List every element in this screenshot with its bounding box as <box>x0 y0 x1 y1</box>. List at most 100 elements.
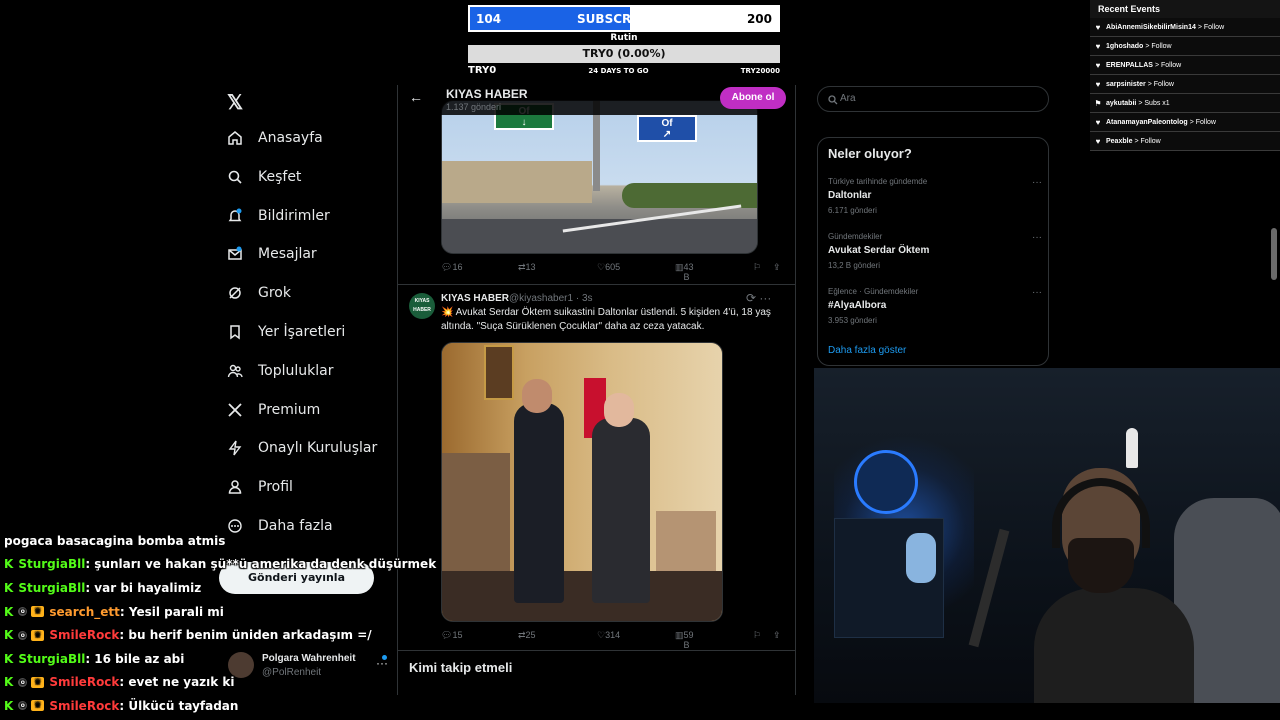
donation-target: TRY20000 <box>740 66 780 75</box>
bookmark-icon[interactable]: ⚐ <box>753 262 761 273</box>
nav-item-label: Profil <box>258 479 293 496</box>
trend-item[interactable]: Eğlence · Gündemdekiler #AlyaAlbora 3.953 … <box>828 287 1042 325</box>
chat-text: : var bi hayalimiz <box>85 580 202 595</box>
subscribe-button[interactable]: Abone ol <box>720 87 786 109</box>
event-user: Peaxble <box>1106 137 1133 145</box>
nav-item-topluluklar[interactable]: Topluluklar <box>222 357 333 385</box>
heart-icon: ♥ <box>1095 136 1101 146</box>
kick-badge-icon: K <box>4 651 14 666</box>
tweet-author-name[interactable]: KIYAS HABER <box>441 293 509 304</box>
nav-item-profil[interactable]: Profil <box>222 473 293 501</box>
show-more-link[interactable]: Daha fazla göster <box>828 345 906 356</box>
nav-item-grok[interactable]: Grok <box>222 279 291 307</box>
x-logo-icon[interactable]: 𝕏 <box>227 90 243 115</box>
chat-text: : 16 bile az abi <box>85 651 185 666</box>
nav-item-anasayfa[interactable]: Anasayfa <box>222 124 323 152</box>
trend-item[interactable]: Gündemdekiler Avukat Serdar Öktem 13,2 B g… <box>828 232 1042 270</box>
kick-badge-icon: K <box>4 698 14 713</box>
event-user: sarpsinister <box>1106 80 1146 88</box>
chat-message: K SturgiaBll: şunları ve hakan şü**ü amer… <box>4 553 436 577</box>
like-action[interactable]: ♡ 314 <box>597 630 620 641</box>
divider <box>398 650 795 651</box>
repost-action[interactable]: ⇄ 25 <box>518 630 536 641</box>
floor <box>442 571 722 621</box>
event-action: > Subs x1 <box>1138 99 1170 107</box>
share-icon[interactable]: ⇪ <box>773 262 781 273</box>
nav-item-keşfet[interactable]: Keşfet <box>222 163 301 191</box>
nav-item-label: Onaylı Kuruluşlar <box>258 440 378 457</box>
views-action[interactable]: ▥ 43 B <box>675 262 694 282</box>
subscriber-label: SUBSCRIBERS <box>577 12 671 26</box>
office-shelf <box>442 453 510 583</box>
page-scrollbar[interactable] <box>1271 228 1277 280</box>
gift-icon: ⚑ <box>1094 98 1102 108</box>
heart-icon: ♥ <box>1095 41 1101 51</box>
subscriber-badge-icon: ♛ <box>31 700 45 712</box>
chat-username[interactable]: SturgiaBll <box>18 557 85 571</box>
profile-name: KIYAS HABER <box>446 87 528 101</box>
trend-item[interactable]: Türkiye tarihinde gündemde Daltonlar 6.171… <box>828 177 1042 215</box>
trend-count: 3.953 gönderi <box>828 316 877 325</box>
trend-context: Gündemdekiler <box>828 232 883 241</box>
more-icon[interactable]: ··· <box>1032 232 1042 243</box>
reply-action[interactable]: 💬︎ 15 <box>441 630 462 641</box>
chat-username[interactable]: SturgiaBll <box>18 652 85 666</box>
hill-shape <box>442 161 592 203</box>
chat-username[interactable]: SmileRock <box>49 628 119 642</box>
heart-icon: ♥ <box>1095 79 1101 89</box>
subscriber-progress-bar: 104 SUBSCRIBERS 200 <box>468 5 780 32</box>
chat-username[interactable]: search_ett <box>49 605 120 619</box>
trend-name: #AlyaAlbora <box>828 300 887 311</box>
chat-username[interactable]: SturgiaBll <box>18 581 85 595</box>
donation-footer: TRY0 24 DAYS TO GO TRY20000 <box>468 65 780 76</box>
nav-item-mesajlar[interactable]: Mesajlar <box>222 240 317 268</box>
nav-item-premium[interactable]: Premium <box>222 396 320 424</box>
bell-icon <box>222 208 248 224</box>
recent-event-item: ⚑ aykutabii > Subs x1 <box>1090 94 1280 113</box>
avatar[interactable]: KIYAS HABER <box>409 293 435 319</box>
bookmark-icon <box>222 324 248 340</box>
heart-icon: ♥ <box>1095 60 1101 70</box>
share-icon[interactable]: ⇪ <box>773 630 781 641</box>
tweet-text: 💥 Avukat Serdar Öktem suikastini Daltonl… <box>441 307 771 332</box>
nav-item-label: Yer İşaretleri <box>258 324 346 340</box>
profile-timeline[interactable]: ← KIYAS HABER 1.137 gönderi Abone ol Of↓… <box>397 85 796 695</box>
nav-item-label: Mesajlar <box>258 246 317 263</box>
more-icon[interactable]: ⟳ ··· <box>746 291 771 305</box>
stream-screen: 104 SUBSCRIBERS 200 Rutin TRY0 (0.00%) T… <box>0 0 1280 720</box>
bookmark-icon[interactable]: ⚐ <box>753 630 761 641</box>
nav-item-label: Anasayfa <box>258 130 323 146</box>
profile-post-count: 1.137 gönderi <box>446 102 502 112</box>
trends-panel: Neler oluyor? Türkiye tarihinde gündemde… <box>817 137 1049 366</box>
tweet-image-road[interactable]: Of↓ Of↗ <box>441 100 758 254</box>
nav-item-bildirimler[interactable]: Bildirimler <box>222 202 330 230</box>
chat-username[interactable]: SmileRock <box>49 675 119 689</box>
back-arrow-icon[interactable]: ← <box>409 89 423 105</box>
nav-item-onaylı-kuruluşlar[interactable]: Onaylı Kuruluşlar <box>222 434 377 462</box>
recent-events-list: ♥ AbiAnnemiSikebilirMisin14 > Follow ♥ 1ghos… <box>1090 18 1280 151</box>
donation-progress-bar: TRY0 (0.00%) <box>468 45 780 63</box>
subscriber-goal-widget: 104 SUBSCRIBERS 200 Rutin TRY0 (0.00%) T… <box>468 5 780 76</box>
event-action: > Follow <box>1145 42 1172 50</box>
tweet-author-meta: @kiyashaber1 · 3s <box>509 293 593 304</box>
nav-item-yer-i-şaretleri[interactable]: Yer İşaretleri <box>222 318 345 346</box>
trend-context: Türkiye tarihinde gündemde <box>828 177 928 186</box>
more-icon[interactable]: ··· <box>1032 287 1042 298</box>
nav-item-label: Grok <box>258 285 291 302</box>
reply-action[interactable]: 💬︎ 16 <box>441 262 462 273</box>
kick-badge-icon: K <box>4 628 14 643</box>
chat-message: K SturgiaBll: var bi hayalimiz <box>4 576 424 600</box>
person-right-body <box>592 418 650 603</box>
chat-username[interactable]: SmileRock <box>49 699 119 713</box>
profile-header: ← KIYAS HABER 1.137 gönderi Abone ol <box>398 85 795 115</box>
views-action[interactable]: ▥ 59 B <box>675 630 694 650</box>
like-action[interactable]: ♡ 605 <box>597 262 620 273</box>
recent-event-item: ♥ AbiAnnemiSikebilirMisin14 > Follow <box>1090 18 1280 37</box>
donation-days-left: 24 DAYS TO GO <box>588 66 649 75</box>
nav-item-label: Keşfet <box>258 168 302 185</box>
donation-current: TRY0 <box>468 65 497 76</box>
search-input[interactable]: Ara <box>817 86 1049 112</box>
tweet-image-photo[interactable] <box>441 342 723 622</box>
more-icon[interactable]: ··· <box>1032 177 1042 188</box>
repost-action[interactable]: ⇄ 13 <box>518 262 536 273</box>
